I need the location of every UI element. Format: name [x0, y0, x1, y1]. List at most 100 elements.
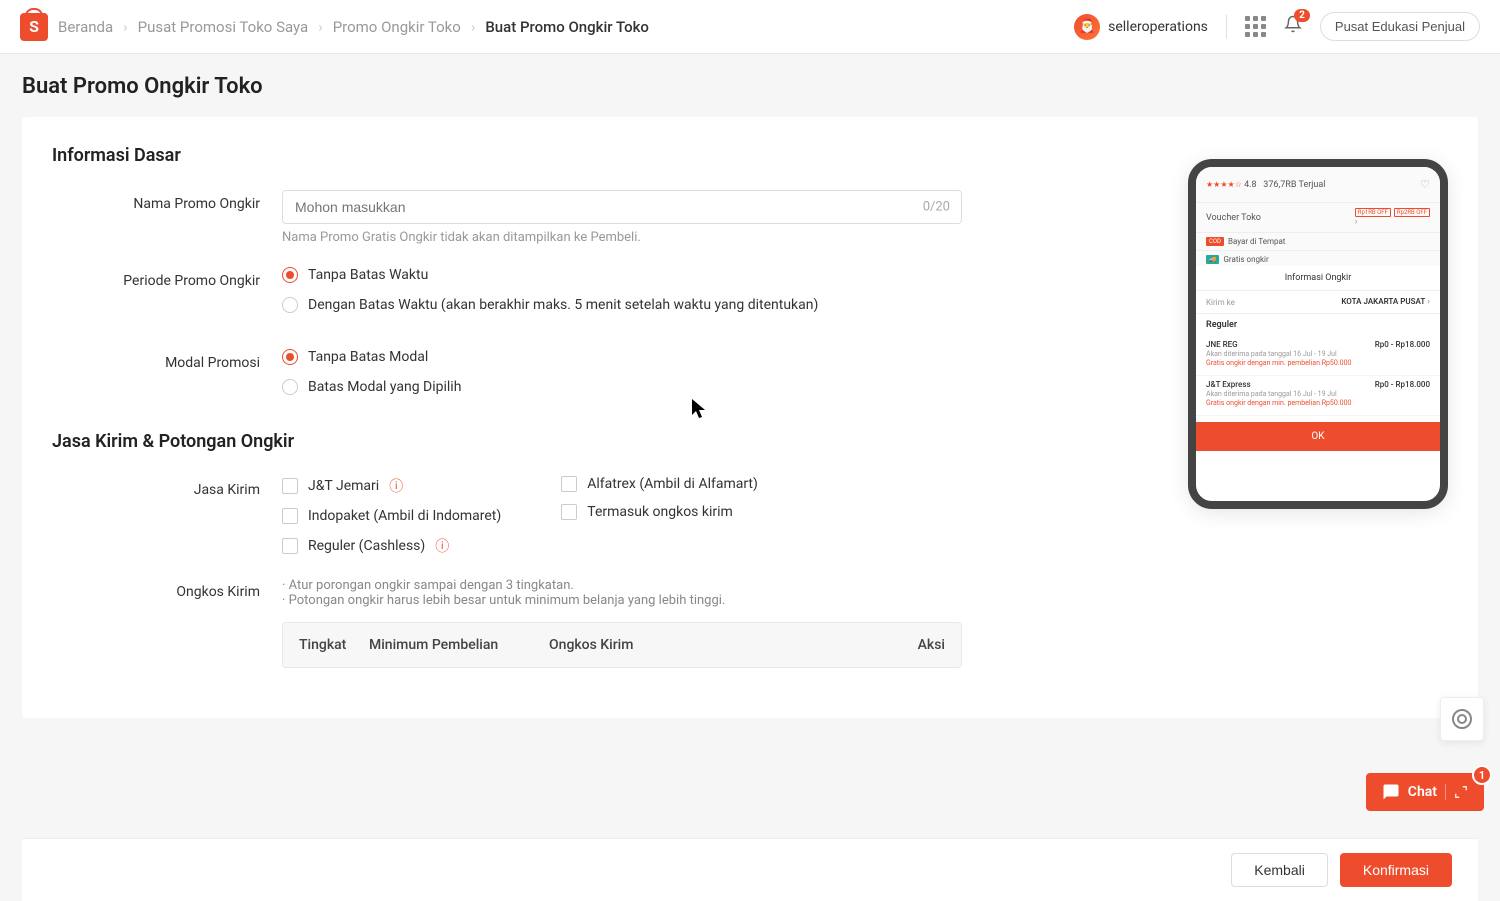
radio-icon — [282, 379, 298, 395]
logo[interactable]: S — [20, 13, 48, 41]
th-minimum: Minimum Pembelian — [369, 637, 549, 653]
char-counter: 0/20 — [923, 200, 950, 215]
ongkos-help-list: Atur porongan ongkir sampai dengan 3 tin… — [282, 578, 962, 608]
back-button[interactable]: Kembali — [1231, 853, 1328, 887]
logo-letter: S — [29, 17, 39, 36]
form-card: Informasi Dasar Nama Promo Ongkir 0/20 N… — [22, 117, 1478, 718]
divider — [1445, 784, 1446, 800]
preview-kirimke-label: Kirim ke — [1206, 298, 1235, 307]
preview-ok-button: OK — [1196, 422, 1440, 451]
chat-icon — [1382, 783, 1400, 801]
checkbox-label: Termasuk ongkos kirim — [587, 504, 733, 520]
top-header: S Beranda › Pusat Promosi Toko Saya › Pr… — [0, 0, 1500, 54]
radio-modal-limited[interactable]: Batas Modal yang Dipilih — [282, 379, 962, 395]
crumb-home[interactable]: Beranda — [58, 18, 113, 36]
cod-badge-icon: COD — [1206, 237, 1224, 246]
chat-badge: 1 — [1472, 765, 1492, 785]
table-header: Tingkat Minimum Pembelian Ongkos Kirim A… — [283, 623, 961, 667]
phone-preview: ★★★★☆ 4.8 376,7RB Terjual ♡ Voucher Toko… — [1188, 159, 1448, 509]
ship-name: J&T Express — [1206, 380, 1251, 389]
checkbox-icon — [561, 504, 577, 520]
checkbox-alfatrex[interactable]: Alfatrex (Ambil di Alfamart) — [561, 476, 758, 492]
notification-bell-icon[interactable]: 2 — [1284, 15, 1302, 38]
preview-gratis-label: Gratis ongkir — [1223, 255, 1268, 264]
checkbox-icon — [282, 478, 298, 494]
header-actions: 🎅 selleroperations 2 Pusat Edukasi Penju… — [1074, 12, 1480, 41]
checkbox-indopaket[interactable]: Indopaket (Ambil di Indomaret) — [282, 508, 501, 524]
footer-actions: Kembali Konfirmasi — [22, 838, 1478, 901]
promo-name-help: Nama Promo Gratis Ongkir tidak akan dita… — [282, 230, 962, 245]
apps-icon[interactable] — [1245, 16, 1266, 37]
alert-icon: ⓘ — [389, 476, 403, 496]
confirm-button[interactable]: Konfirmasi — [1340, 853, 1452, 887]
star-icon: ★★★★☆ — [1206, 180, 1242, 189]
page-content: Buat Promo Ongkir Toko Informasi Dasar N… — [0, 54, 1500, 838]
checkbox-reguler-cashless[interactable]: Reguler (Cashless) ⓘ — [282, 536, 501, 556]
preview-sold: 376,7RB Terjual — [1263, 180, 1325, 190]
checkbox-label: J&T Jemari — [308, 478, 379, 494]
th-ongkos: Ongkos Kirim — [549, 637, 865, 653]
ship-eta: Akan diterima pada tanggal 16 Jul - 19 J… — [1206, 390, 1430, 398]
th-aksi: Aksi — [865, 637, 945, 653]
radio-label: Tanpa Batas Waktu — [308, 267, 428, 283]
radio-period-unlimited[interactable]: Tanpa Batas Waktu — [282, 267, 962, 283]
chevron-right-icon: › — [1355, 217, 1358, 227]
ship-name: JNE REG — [1206, 340, 1238, 349]
checkbox-icon — [561, 476, 577, 492]
help-float-button[interactable] — [1440, 697, 1484, 741]
user-menu[interactable]: 🎅 selleroperations — [1074, 14, 1208, 40]
username: selleroperations — [1108, 19, 1208, 35]
promo-name-input[interactable] — [282, 190, 962, 224]
heart-icon: ♡ — [1420, 178, 1430, 191]
avatar: 🎅 — [1074, 14, 1100, 40]
checkbox-label: Reguler (Cashless) — [308, 538, 425, 554]
label-promo-name: Nama Promo Ongkir — [52, 190, 282, 212]
breadcrumb: S Beranda › Pusat Promosi Toko Saya › Pr… — [20, 13, 649, 41]
preview-reguler-heading: Reguler — [1196, 313, 1440, 336]
ship-price: Rp0 - Rp18.000 — [1375, 380, 1430, 389]
alert-icon: ⓘ — [435, 536, 449, 556]
ship-eta: Akan diterima pada tanggal 16 Jul - 19 J… — [1206, 350, 1430, 358]
radio-period-limited[interactable]: Dengan Batas Waktu (akan berakhir maks. … — [282, 297, 962, 313]
radio-label: Dengan Batas Waktu (akan berakhir maks. … — [308, 297, 818, 313]
truck-icon: 🚚 — [1206, 255, 1219, 264]
preview-modal-title: Informasi Ongkir — [1196, 266, 1440, 291]
help-circle-icon — [1452, 709, 1472, 729]
chat-label: Chat — [1408, 784, 1437, 800]
checkbox-label: Alfatrex (Ambil di Alfamart) — [587, 476, 758, 492]
education-center-button[interactable]: Pusat Edukasi Penjual — [1320, 12, 1480, 41]
voucher-tag: Rp2RB OFF — [1394, 208, 1430, 217]
label-period: Periode Promo Ongkir — [52, 267, 282, 289]
label-jasa-kirim: Jasa Kirim — [52, 476, 282, 498]
ship-price: Rp0 - Rp18.000 — [1375, 340, 1430, 349]
chevron-right-icon: › — [123, 18, 128, 36]
radio-icon — [282, 267, 298, 283]
label-ongkos-kirim: Ongkos Kirim — [52, 578, 282, 600]
checkbox-icon — [282, 508, 298, 524]
crumb-promo-center[interactable]: Pusat Promosi Toko Saya — [138, 18, 309, 36]
chevron-right-icon: › — [471, 18, 476, 36]
radio-icon — [282, 349, 298, 365]
row-ongkos-kirim: Ongkos Kirim Atur porongan ongkir sampai… — [52, 578, 1448, 668]
checkbox-label: Indopaket (Ambil di Indomaret) — [308, 508, 501, 524]
chevron-right-icon: › — [1427, 297, 1430, 307]
notification-badge: 2 — [1294, 9, 1310, 22]
page-title: Buat Promo Ongkir Toko — [22, 74, 1478, 99]
crumb-promo-ongkir[interactable]: Promo Ongkir Toko — [333, 18, 461, 36]
preview-rating: 4.8 — [1244, 180, 1257, 190]
ship-promo: Gratis ongkir dengan min. pembelian Rp50… — [1206, 399, 1430, 407]
radio-icon — [282, 297, 298, 313]
voucher-tag: Rp1RB OFF — [1355, 208, 1391, 217]
checkbox-icon — [282, 538, 298, 554]
ongkos-table: Tingkat Minimum Pembelian Ongkos Kirim A… — [282, 622, 962, 668]
checkbox-jt-jemari[interactable]: J&T Jemari ⓘ — [282, 476, 501, 496]
chat-widget[interactable]: Chat 1 — [1366, 773, 1484, 811]
label-modal: Modal Promosi — [52, 349, 282, 371]
ship-promo: Gratis ongkir dengan min. pembelian Rp50… — [1206, 359, 1430, 367]
radio-modal-unlimited[interactable]: Tanpa Batas Modal — [282, 349, 962, 365]
preview-voucher-label: Voucher Toko — [1206, 213, 1261, 223]
expand-icon — [1454, 785, 1468, 799]
preview-city: KOTA JAKARTA PUSAT — [1341, 297, 1425, 306]
help-line: Atur porongan ongkir sampai dengan 3 tin… — [282, 578, 962, 593]
checkbox-termasuk-ongkir[interactable]: Termasuk ongkos kirim — [561, 504, 758, 520]
